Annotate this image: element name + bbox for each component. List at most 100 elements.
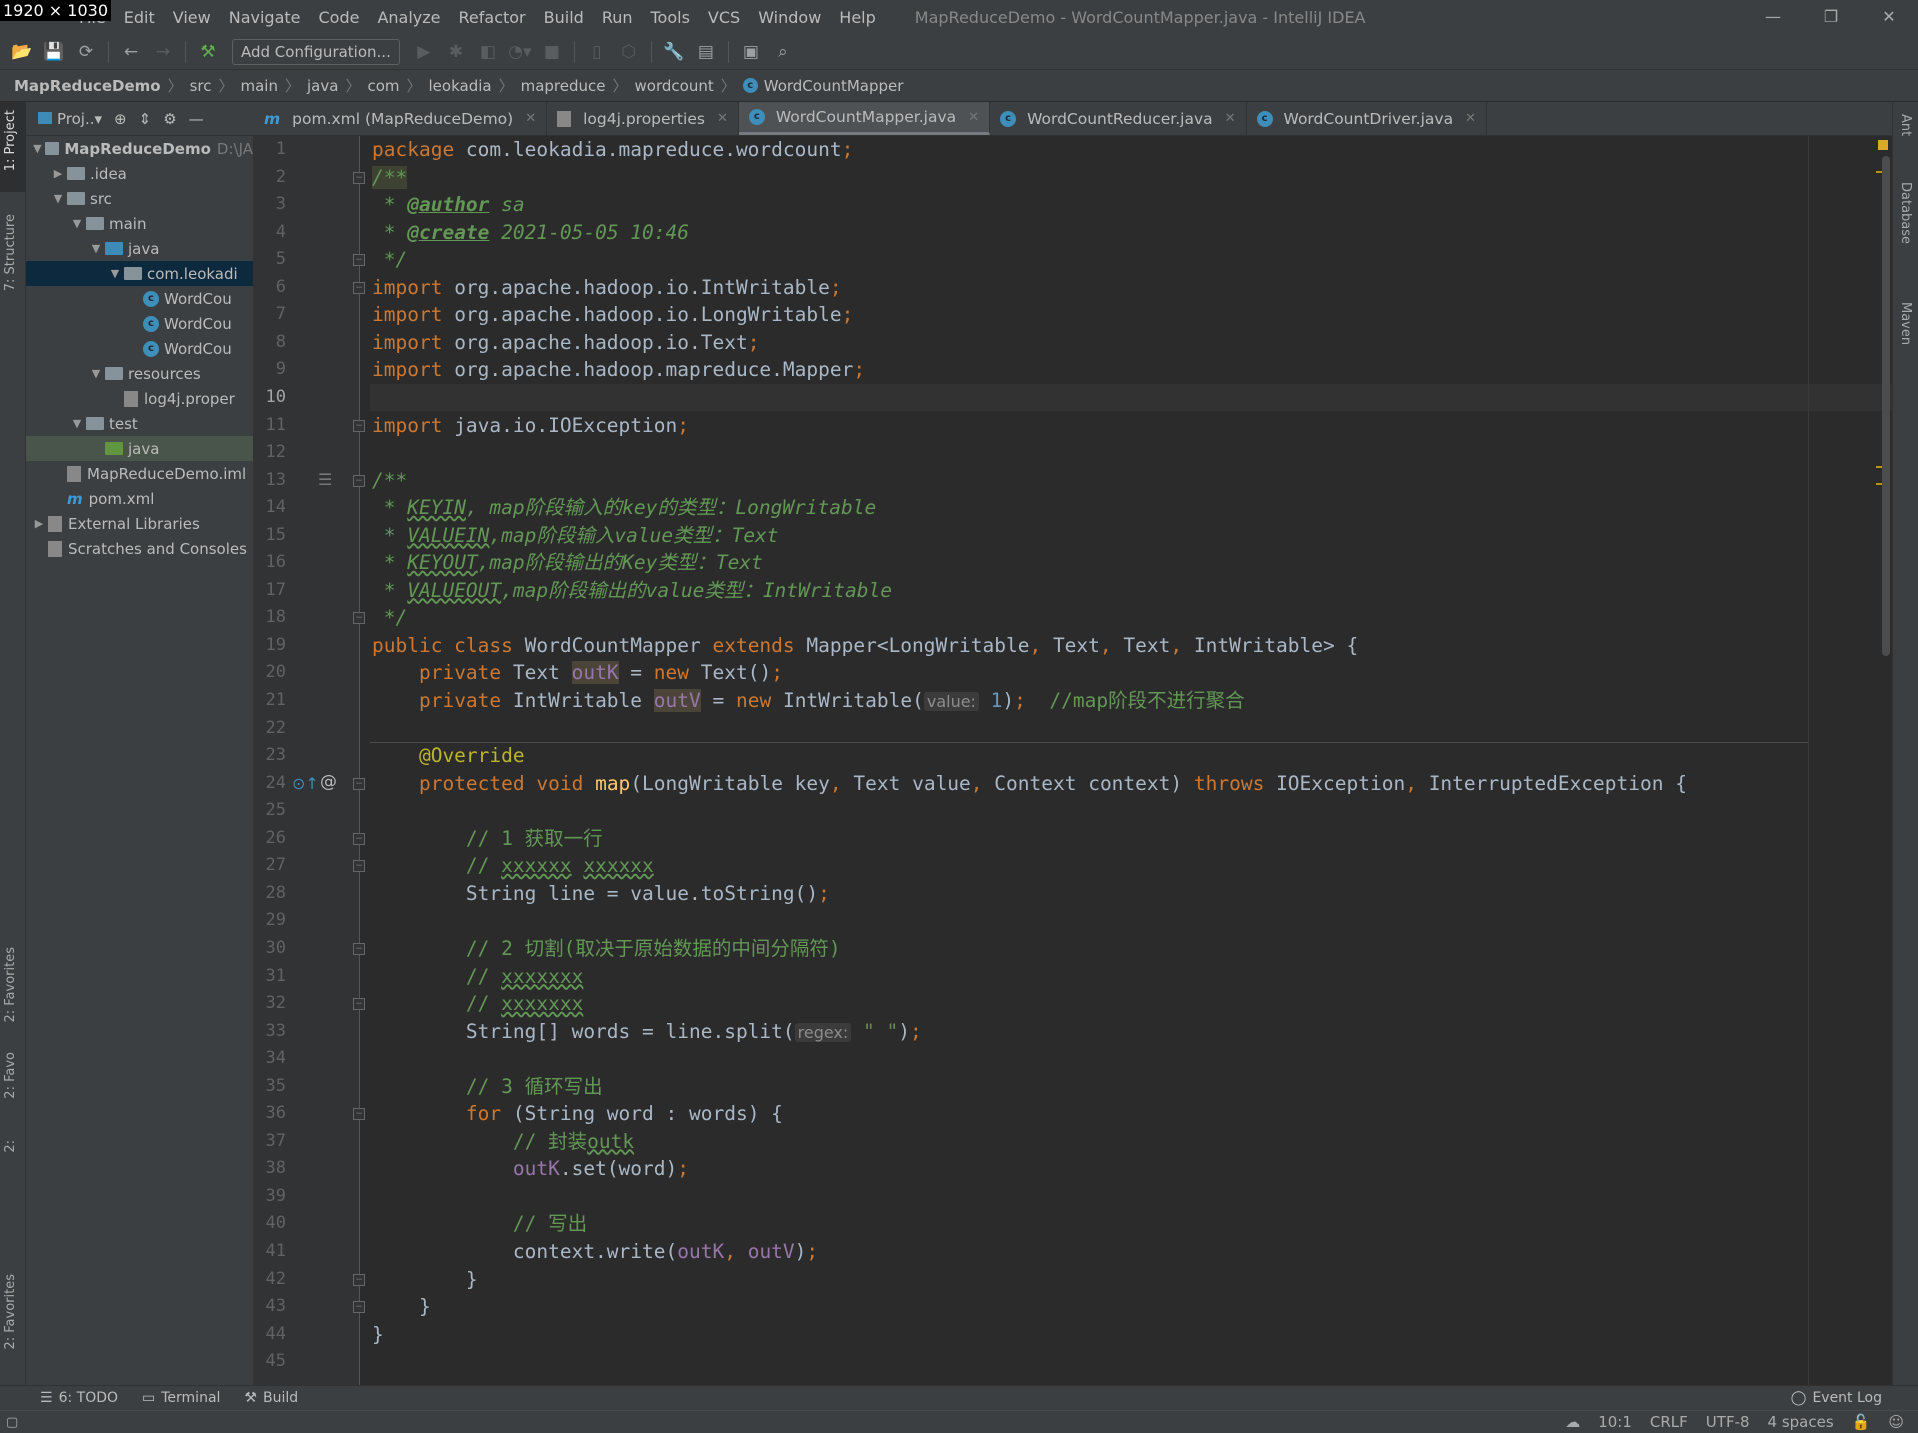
fold-marker-icon[interactable]: − bbox=[353, 1108, 365, 1121]
settings-wrench-icon[interactable]: 🔧 bbox=[660, 38, 688, 66]
menu-help[interactable]: Help bbox=[830, 8, 884, 27]
tab-pom-xml-mapreducedemo-[interactable]: m pom.xml (MapReduceDemo) ✕ bbox=[254, 102, 548, 135]
code-editor[interactable]: 1 2−3 4 5−6−7 8 9 10 11−12 13−14 15 16 17 18−19 20 21 2… bbox=[254, 136, 1892, 1385]
minimize-button[interactable]: — bbox=[1744, 0, 1802, 34]
gear-icon[interactable]: ⚙ bbox=[163, 110, 176, 128]
fold-marker-icon[interactable]: − bbox=[353, 942, 365, 955]
project-structure-icon[interactable]: ▤ bbox=[692, 38, 720, 66]
project-view-selector[interactable]: Proj..▾ bbox=[38, 110, 102, 128]
breadcrumb-item[interactable]: mapreduce bbox=[521, 77, 606, 95]
database-tool-button[interactable]: Database bbox=[1898, 182, 1913, 244]
tree-node[interactable]: ▶ External Libraries bbox=[26, 511, 253, 536]
menu-tools[interactable]: Tools bbox=[642, 8, 699, 27]
favorites-tool-button-4[interactable]: 2: Favorites bbox=[3, 1274, 18, 1350]
locate-icon[interactable]: ⊕ bbox=[114, 110, 127, 128]
structure-gutter-icon[interactable]: ☰ bbox=[318, 470, 332, 489]
breadcrumb-item[interactable]: wordcount bbox=[635, 77, 714, 95]
close-button[interactable]: ✕ bbox=[1860, 0, 1918, 34]
tree-node[interactable]: log4j.proper bbox=[26, 386, 253, 411]
tree-node[interactable]: Scratches and Consoles bbox=[26, 536, 253, 561]
sync-icon[interactable]: ⟳ bbox=[72, 38, 100, 66]
collapse-all-icon[interactable]: ⇕ bbox=[139, 110, 152, 128]
expanded-arrow-icon[interactable]: ▼ bbox=[68, 217, 86, 230]
menu-analyze[interactable]: Analyze bbox=[368, 8, 449, 27]
favorites-tool-button-2[interactable]: 2: Favo bbox=[3, 1052, 18, 1099]
caret-position[interactable]: 10:1 bbox=[1598, 1413, 1632, 1431]
tree-node[interactable]: ▶ .idea bbox=[26, 161, 253, 186]
tab-log4j-properties[interactable]: log4j.properties ✕ bbox=[547, 102, 739, 135]
tree-node[interactable]: c WordCou bbox=[26, 336, 253, 361]
debug-icon[interactable]: ✱ bbox=[442, 38, 470, 66]
close-tab-icon[interactable]: ✕ bbox=[1465, 111, 1476, 126]
run-icon[interactable]: ▶ bbox=[410, 38, 438, 66]
fold-marker-icon[interactable]: − bbox=[353, 171, 365, 184]
tree-node[interactable]: ▼ test bbox=[26, 411, 253, 436]
build-tool-button[interactable]: ⚒ Build bbox=[232, 1390, 310, 1406]
tree-node[interactable]: c WordCou bbox=[26, 286, 253, 311]
fold-marker-icon[interactable]: − bbox=[353, 474, 365, 487]
fold-marker-icon[interactable]: − bbox=[353, 1301, 365, 1314]
project-tool-button[interactable]: 1: Project bbox=[3, 110, 18, 171]
back-icon[interactable]: ← bbox=[117, 38, 145, 66]
save-icon[interactable]: 💾 bbox=[40, 38, 68, 66]
breadcrumb-item[interactable]: src bbox=[190, 77, 212, 95]
search-icon[interactable]: ⌕ bbox=[769, 38, 797, 66]
collapsed-arrow-icon[interactable]: ▶ bbox=[49, 167, 67, 180]
breadcrumb-item[interactable]: com bbox=[367, 77, 399, 95]
file-encoding[interactable]: UTF-8 bbox=[1706, 1413, 1750, 1431]
fold-marker-icon[interactable]: − bbox=[353, 860, 365, 873]
tree-node[interactable]: ▼ com.leokadi bbox=[26, 261, 253, 286]
open-folder-icon[interactable]: 📂 bbox=[8, 38, 36, 66]
help-cloud-icon[interactable]: ☁ bbox=[1565, 1413, 1580, 1431]
tree-node[interactable]: ▼ main bbox=[26, 211, 253, 236]
breadcrumb-item[interactable]: MapReduceDemo bbox=[14, 77, 161, 95]
indent-setting[interactable]: 4 spaces bbox=[1768, 1413, 1834, 1431]
fold-marker-icon[interactable]: − bbox=[353, 777, 365, 790]
fold-marker-icon[interactable]: − bbox=[353, 998, 365, 1011]
todo-tool-button[interactable]: ☰ 6: TODO bbox=[28, 1390, 130, 1406]
build-hammer-icon[interactable]: ⚒ bbox=[194, 38, 222, 66]
collapsed-arrow-icon[interactable]: ▶ bbox=[30, 517, 48, 530]
tree-node[interactable]: ▼ MapReduceDemo D:\JA bbox=[26, 136, 253, 161]
tab-wordcountdriver-java[interactable]: c WordCountDriver.java ✕ bbox=[1247, 102, 1487, 135]
tree-node[interactable]: java bbox=[26, 436, 253, 461]
add-configuration-button[interactable]: Add Configuration... bbox=[232, 38, 400, 65]
close-tab-icon[interactable]: ✕ bbox=[717, 111, 728, 126]
menu-build[interactable]: Build bbox=[535, 8, 593, 27]
annotation-gutter-icon[interactable]: @ bbox=[320, 772, 337, 792]
profile-icon[interactable]: ◔▾ bbox=[506, 38, 534, 66]
inspection-status-icon[interactable] bbox=[1878, 140, 1888, 150]
close-tab-icon[interactable]: ✕ bbox=[525, 111, 536, 126]
fold-marker-icon[interactable]: − bbox=[353, 254, 365, 267]
tree-node[interactable]: m pom.xml bbox=[26, 486, 253, 511]
tree-node[interactable]: ▼ resources bbox=[26, 361, 253, 386]
forward-icon[interactable]: → bbox=[149, 38, 177, 66]
fold-marker-icon[interactable]: − bbox=[353, 419, 365, 432]
expanded-arrow-icon[interactable]: ▼ bbox=[87, 242, 105, 255]
menu-window[interactable]: Window bbox=[749, 8, 830, 27]
toggle-tool-windows-icon[interactable]: ▢ bbox=[6, 1415, 18, 1430]
tab-wordcountmapper-java[interactable]: c WordCountMapper.java ✕ bbox=[738, 102, 991, 135]
vertical-scrollbar[interactable] bbox=[1882, 156, 1890, 656]
fold-marker-icon[interactable]: − bbox=[353, 612, 365, 625]
ant-tool-button[interactable]: Ant bbox=[1898, 114, 1913, 136]
close-tab-icon[interactable]: ✕ bbox=[1225, 111, 1236, 126]
event-log-button[interactable]: ◯ Event Log bbox=[1779, 1390, 1918, 1406]
run-anything-icon[interactable]: ▣ bbox=[737, 38, 765, 66]
code-area[interactable]: package com.leokadia.mapreduce.wordcount… bbox=[370, 136, 1892, 1385]
sdk-icon[interactable]: ⬡ bbox=[615, 38, 643, 66]
tree-node[interactable]: ▼ src bbox=[26, 186, 253, 211]
maven-tool-button[interactable]: Maven bbox=[1898, 302, 1913, 345]
close-tab-icon[interactable]: ✕ bbox=[968, 110, 979, 125]
favorites-tool-button-3[interactable]: 2: bbox=[3, 1140, 18, 1153]
expanded-arrow-icon[interactable]: ▼ bbox=[68, 417, 86, 430]
coverage-icon[interactable]: ◧ bbox=[474, 38, 502, 66]
menu-view[interactable]: View bbox=[164, 8, 220, 27]
tree-node[interactable]: MapReduceDemo.iml bbox=[26, 461, 253, 486]
tree-node[interactable]: ▼ java bbox=[26, 236, 253, 261]
menu-vcs[interactable]: VCS bbox=[699, 8, 749, 27]
expanded-arrow-icon[interactable]: ▼ bbox=[30, 142, 45, 155]
tab-wordcountreducer-java[interactable]: c WordCountReducer.java ✕ bbox=[990, 102, 1247, 135]
lock-icon[interactable]: 🔓 bbox=[1852, 1413, 1871, 1431]
expanded-arrow-icon[interactable]: ▼ bbox=[106, 267, 124, 280]
